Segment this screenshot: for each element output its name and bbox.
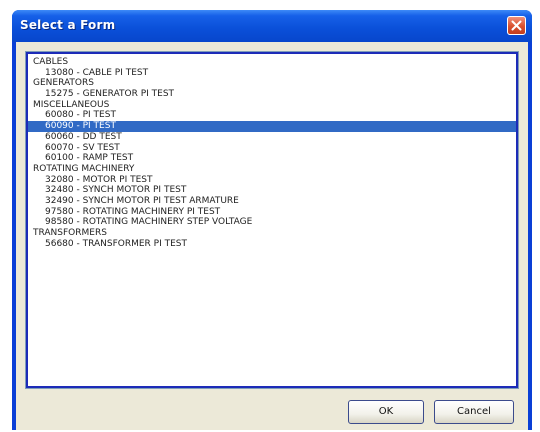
list-item[interactable]: 97580 - ROTATING MACHINERY PI TEST <box>28 207 516 218</box>
select-form-dialog: Select a Form CABLES 13080 - CABLE PI TES… <box>12 10 532 430</box>
list-item[interactable]: 60100 - RAMP TEST <box>28 153 516 164</box>
list-category[interactable]: TRANSFORMERS <box>28 228 516 239</box>
list-item[interactable]: 60060 - DD TEST <box>28 132 516 143</box>
list-item[interactable]: 32490 - SYNCH MOTOR PI TEST ARMATURE <box>28 196 516 207</box>
list-category[interactable]: MISCELLANEOUS <box>28 100 516 111</box>
list-item[interactable]: 32480 - SYNCH MOTOR PI TEST <box>28 185 516 196</box>
dialog-body: CABLES 13080 - CABLE PI TEST GENERATORS 152… <box>16 42 528 430</box>
list-category[interactable]: ROTATING MACHINERY <box>28 164 516 175</box>
list-item[interactable]: 60080 - PI TEST <box>28 110 516 121</box>
list-category[interactable]: GENERATORS <box>28 78 516 89</box>
ok-button[interactable]: OK <box>348 400 424 424</box>
close-icon <box>511 20 522 31</box>
cancel-button[interactable]: Cancel <box>434 400 514 424</box>
list-item[interactable]: 98580 - ROTATING MACHINERY STEP VOLTAGE <box>28 217 516 228</box>
list-item[interactable]: 56680 - TRANSFORMER PI TEST <box>28 239 516 250</box>
list-item[interactable]: 32080 - MOTOR PI TEST <box>28 175 516 186</box>
list-item[interactable]: 13080 - CABLE PI TEST <box>28 68 516 79</box>
title-bar[interactable]: Select a Form <box>12 10 532 42</box>
list-item[interactable]: 15275 - GENERATOR PI TEST <box>28 89 516 100</box>
list-item[interactable]: 60090 - PI TEST <box>28 121 516 132</box>
form-list[interactable]: CABLES 13080 - CABLE PI TEST GENERATORS 152… <box>25 51 519 389</box>
list-item[interactable]: 60070 - SV TEST <box>28 143 516 154</box>
close-button[interactable] <box>507 16 526 35</box>
list-category[interactable]: CABLES <box>28 57 516 68</box>
window-title: Select a Form <box>20 18 116 32</box>
